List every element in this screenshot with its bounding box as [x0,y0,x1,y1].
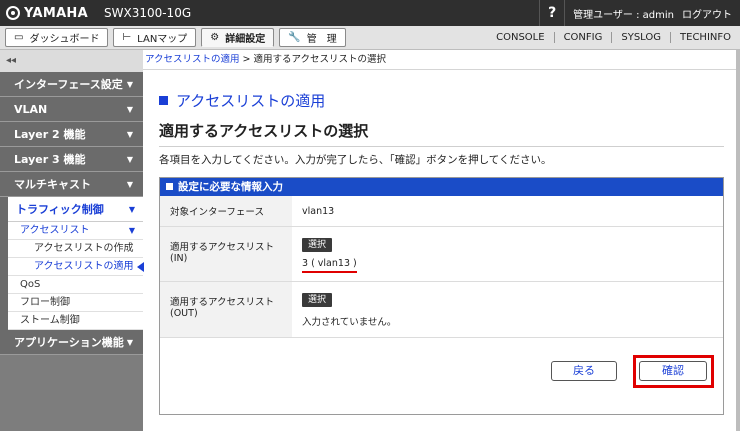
sidebar-item-label: マルチキャスト [14,178,91,191]
panel-header: 設定に必要な情報入力 [160,178,723,196]
lanmap-icon: ⊢ [122,32,132,43]
sidebar-item-label: アクセスリスト [20,225,90,236]
sidebar-item-label: Layer 3 機能 [14,153,86,166]
section-title: 適用するアクセスリストの選択 [159,122,369,140]
sidebar-item-acl-apply[interactable]: アクセスリストの適用 [8,258,144,276]
dashboard-icon: ▭ [14,32,24,43]
sidebar-open-section: トラフィック制御 ▼ アクセスリスト ▼ アクセスリストの作成 アクセスリストの適用… [0,197,144,330]
field-label: 対象インターフェース [160,196,292,226]
main-content: アクセスリストの適用 > 適用するアクセスリストの選択 アクセスリストの適用 適… [143,50,740,431]
back-button[interactable]: 戻る [551,361,617,381]
techinfo-link[interactable]: TECHINFO [670,32,740,43]
sidebar-item-acl[interactable]: アクセスリスト ▼ [8,222,143,240]
input-panel: 設定に必要な情報入力 対象インターフェース vlan13 適用するアクセスリスト… [159,177,724,415]
dashboard-label: ダッシュボード [29,34,100,45]
sidebar-item-traffic[interactable]: トラフィック制御 ▼ [8,197,143,222]
sidebar-item-acl-create[interactable]: アクセスリストの作成 [8,240,143,258]
breadcrumb-separator: > [239,54,254,65]
sidebar-item-label: インターフェース設定 [14,78,123,91]
confirm-button[interactable]: 確認 [639,361,707,381]
brand-logo: YAMAHA [0,6,88,21]
form-row-acl-out: 適用するアクセスリスト (OUT) 選択 入力されていません。 [160,282,723,338]
select-acl-out-button[interactable]: 選択 [302,293,333,307]
square-icon [166,183,173,190]
acl-out-value-cell: 選択 入力されていません。 [292,282,723,337]
nav-bar: ▭ ダッシュボード ⊢ LANマップ ⚙ 詳細設定 🔧 管 理 CONSOLE … [0,26,740,50]
admin-tab[interactable]: 🔧 管 理 [279,28,346,47]
sidebar-item-label: VLAN [14,103,48,116]
acl-out-empty-text: 入力されていません。 [302,317,397,328]
sidebar: ◂◂ インターフェース設定 ▼ VLAN ▼ Layer 2 機能 ▼ Layer 3… [0,50,144,431]
field-label: 適用するアクセスリスト (IN) [160,227,292,281]
tool-links: CONSOLE CONFIG SYSLOG TECHINFO [487,32,740,43]
form-row-acl-in: 適用するアクセスリスト (IN) 選択 3 ( vlan13 ) [160,227,723,282]
syslog-link[interactable]: SYSLOG [611,32,670,43]
chevron-down-icon: ▼ [126,130,133,139]
sidebar-item-label: アプリケーション機能 [14,336,124,349]
interface-value: vlan13 [302,205,335,217]
help-button[interactable]: ? [539,0,566,26]
acl-in-selected-value: 3 ( vlan13 ) [302,258,357,273]
page-title: アクセスリストの適用 [159,90,325,111]
sidebar-item-multicast[interactable]: マルチキャスト ▼ [0,172,143,197]
logout-link[interactable]: ログアウト [682,6,740,21]
form-row-interface: 対象インターフェース vlan13 [160,196,723,227]
console-link[interactable]: CONSOLE [487,32,553,43]
sidebar-item-storm[interactable]: ストーム制御 [8,312,143,330]
chevron-down-icon: ▼ [128,205,135,214]
wrench-icon: 🔧 [288,32,301,43]
chevron-down-icon: ▼ [126,80,133,89]
lanmap-label: LANマップ [137,34,188,45]
model-name: SWX3100-10G [103,6,192,20]
sidebar-item-label: Layer 2 機能 [14,128,86,141]
chevron-down-icon: ▼ [126,155,133,164]
config-link[interactable]: CONFIG [553,32,612,43]
select-acl-in-button[interactable]: 選択 [302,238,333,252]
acl-in-value-cell: 選択 3 ( vlan13 ) [292,227,723,281]
chevron-down-icon: ▼ [126,180,133,189]
sidebar-item-flow[interactable]: フロー制御 [8,294,143,312]
brand-name: YAMAHA [24,5,88,21]
chevron-down-icon: ▼ [128,226,135,235]
admin-label: 管 理 [306,34,337,45]
instruction-text: 各項目を入力してください。入力が完了したら、「確認」ボタンを押してください。 [159,154,552,166]
field-label: 適用するアクセスリスト (OUT) [160,282,292,337]
right-edge-border [736,50,740,431]
panel-title: 設定に必要な情報入力 [178,181,283,193]
user-label: 管理ユーザー : admin [573,9,674,21]
yamaha-logo-icon [6,6,20,20]
sidebar-item-layer3[interactable]: Layer 3 機能 ▼ [0,147,143,172]
title-bullet-icon [159,96,168,105]
breadcrumb-current: 適用するアクセスリストの選択 [253,54,387,65]
chevron-down-icon: ▼ [126,338,133,347]
breadcrumb: アクセスリストの適用 > 適用するアクセスリストの選択 [143,50,740,70]
top-bar: YAMAHA SWX3100-10G ? 管理ユーザー : admin ログアウ… [0,0,740,26]
sidebar-item-qos[interactable]: QoS [8,276,143,294]
sidebar-item-interface[interactable]: インターフェース設定 ▼ [0,72,143,97]
sidebar-item-app[interactable]: アプリケーション機能 ▼ [0,330,143,355]
page-title-text: アクセスリストの適用 [176,92,326,110]
sidebar-collapse-button[interactable]: ◂◂ [0,50,143,72]
detail-settings-label: 詳細設定 [225,34,266,45]
divider [159,146,724,147]
detail-settings-tab[interactable]: ⚙ 詳細設定 [201,28,275,47]
breadcrumb-link[interactable]: アクセスリストの適用 [145,54,240,65]
chevron-down-icon: ▼ [126,105,133,114]
gear-icon: ⚙ [210,32,220,43]
sidebar-item-layer2[interactable]: Layer 2 機能 ▼ [0,122,143,147]
sidebar-item-vlan[interactable]: VLAN ▼ [0,97,143,122]
sidebar-item-label: トラフィック制御 [16,203,104,216]
dashboard-tab[interactable]: ▭ ダッシュボード [5,28,109,47]
lanmap-tab[interactable]: ⊢ LANマップ [113,28,197,47]
